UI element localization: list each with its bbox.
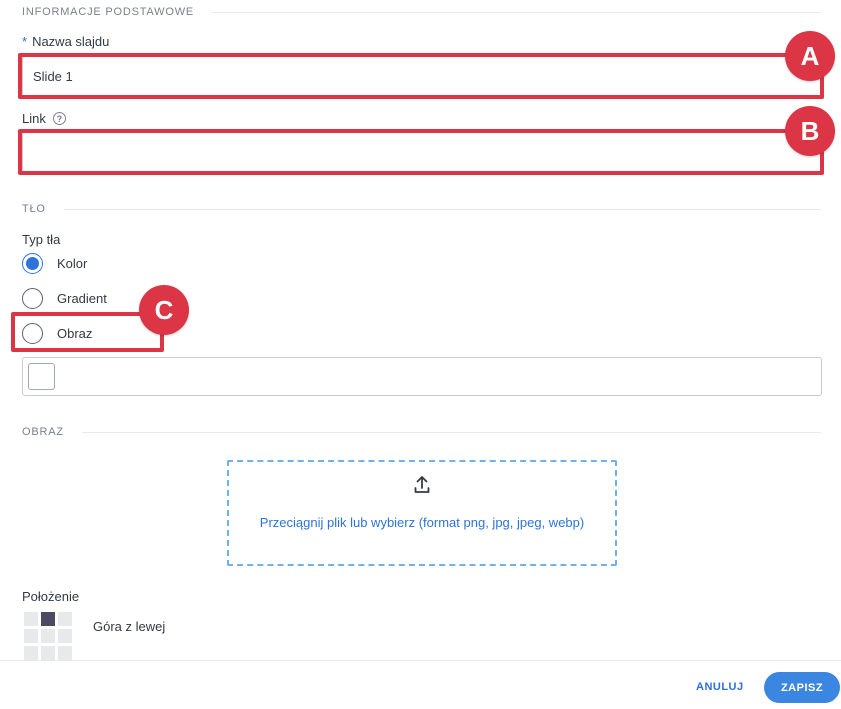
footer-bar: ANULUJ ZAPISZ bbox=[0, 660, 841, 709]
position-cell-middle-right[interactable] bbox=[58, 629, 72, 643]
divider bbox=[81, 431, 821, 433]
annotation-badge-b: B bbox=[785, 106, 835, 156]
radio-option-kolor[interactable]: Kolor bbox=[22, 252, 87, 274]
radio-option-obraz[interactable]: Obraz bbox=[22, 322, 92, 344]
section-title: OBRAZ bbox=[22, 426, 64, 438]
position-value: Góra z lewej bbox=[93, 619, 166, 634]
section-basic-info: INFORMACJE PODSTAWOWE bbox=[22, 6, 821, 18]
background-type-label: Typ tła bbox=[22, 232, 61, 247]
help-icon[interactable]: ? bbox=[52, 112, 66, 125]
position-label: Położenie bbox=[22, 589, 80, 604]
save-button[interactable]: ZAPISZ bbox=[764, 672, 840, 703]
position-cell-top-left[interactable] bbox=[24, 612, 38, 626]
divider bbox=[63, 208, 821, 210]
slide-name-input[interactable] bbox=[22, 56, 822, 96]
slide-name-label-text: Nazwa slajdu bbox=[32, 34, 110, 49]
dropzone-text[interactable]: Przeciągnij plik lub wybierz (format png… bbox=[260, 515, 584, 530]
position-grid[interactable] bbox=[24, 612, 72, 660]
annotation-badge-a: A bbox=[785, 31, 835, 81]
section-title: INFORMACJE PODSTAWOWE bbox=[22, 6, 195, 18]
position-cell-top-right[interactable] bbox=[58, 612, 72, 626]
color-picker-field[interactable] bbox=[22, 357, 822, 396]
slide-name-label: * Nazwa slajdu bbox=[22, 34, 109, 49]
link-input[interactable] bbox=[22, 132, 822, 172]
link-label-text: Link bbox=[22, 111, 46, 126]
radio-button[interactable] bbox=[22, 252, 43, 274]
radio-label: Obraz bbox=[57, 325, 93, 341]
color-swatch[interactable] bbox=[28, 363, 55, 390]
radio-label: Gradient bbox=[57, 290, 107, 306]
file-dropzone[interactable]: Przeciągnij plik lub wybierz (format png… bbox=[227, 460, 617, 566]
upload-icon bbox=[414, 476, 430, 493]
position-cell-bottom-center[interactable] bbox=[41, 646, 55, 660]
position-cell-top-center[interactable] bbox=[41, 612, 55, 626]
position-cell-middle-center[interactable] bbox=[41, 629, 55, 643]
link-label: Link ? bbox=[22, 111, 66, 126]
section-background: TŁO bbox=[22, 203, 821, 215]
section-image: OBRAZ bbox=[22, 426, 821, 438]
position-cell-bottom-left[interactable] bbox=[24, 646, 38, 660]
required-mark: * bbox=[22, 34, 28, 49]
cancel-button[interactable]: ANULUJ bbox=[696, 675, 744, 699]
section-title: TŁO bbox=[22, 203, 46, 215]
divider bbox=[212, 11, 821, 13]
radio-button[interactable] bbox=[22, 322, 43, 344]
position-cell-middle-left[interactable] bbox=[24, 629, 38, 643]
radio-button[interactable] bbox=[22, 287, 43, 309]
radio-option-gradient[interactable]: Gradient bbox=[22, 287, 107, 309]
annotation-badge-c: C bbox=[139, 285, 189, 335]
position-cell-bottom-right[interactable] bbox=[58, 646, 72, 660]
radio-label: Kolor bbox=[57, 255, 88, 271]
